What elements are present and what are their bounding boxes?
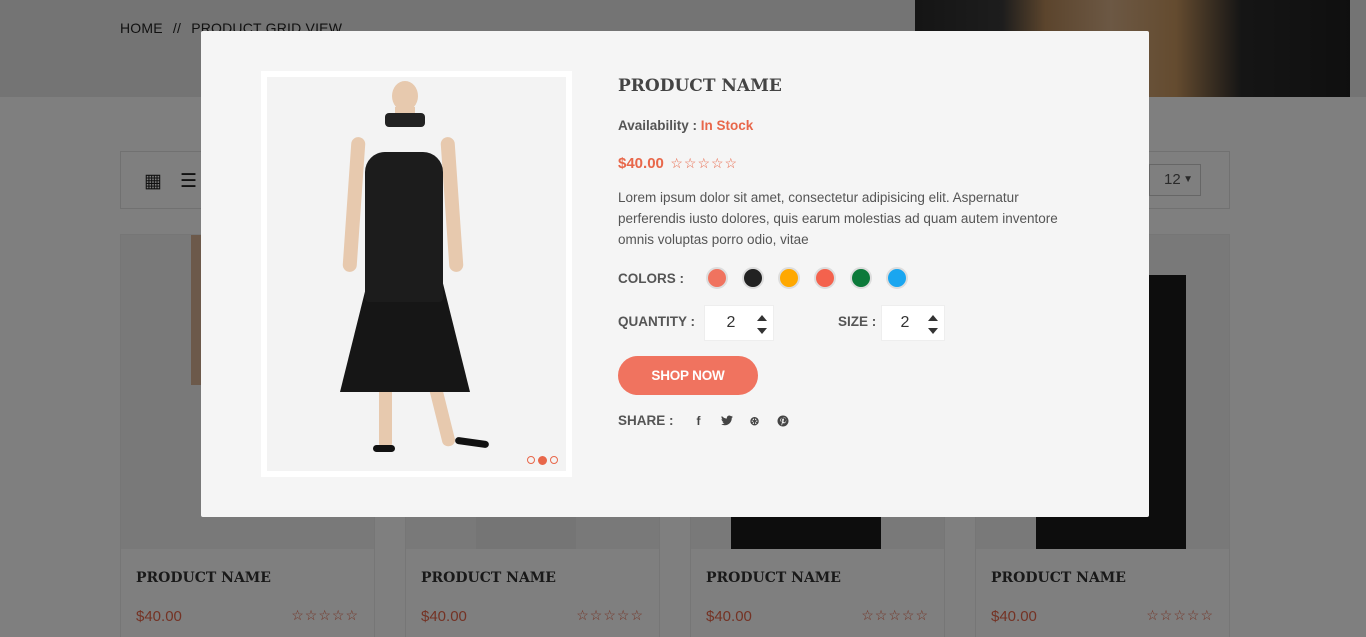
color-swatch[interactable] bbox=[886, 267, 908, 289]
share-row: SHARE : f ⊛ bbox=[618, 413, 790, 428]
quantity-label: QUANTITY : bbox=[618, 314, 695, 329]
dribbble-icon[interactable]: ⊛ bbox=[748, 414, 762, 428]
quantity-decrement-icon[interactable] bbox=[757, 328, 767, 334]
price-row: $40.00 ☆☆☆☆☆ bbox=[618, 155, 738, 173]
quick-view-modal: PRODUCT NAME Availability : In Stock $40… bbox=[201, 31, 1149, 517]
rating-stars: ☆☆☆☆☆ bbox=[670, 155, 739, 171]
availability: Availability : In Stock bbox=[618, 118, 753, 133]
quantity-increment-icon[interactable] bbox=[757, 315, 767, 321]
facebook-icon[interactable]: f bbox=[692, 414, 706, 428]
size-stepper[interactable]: 2 bbox=[881, 305, 945, 341]
product-title: PRODUCT NAME bbox=[618, 76, 782, 96]
color-swatches bbox=[706, 267, 908, 289]
product-description: Lorem ipsum dolor sit amet, consectetur … bbox=[618, 190, 1058, 247]
gallery-dot[interactable] bbox=[527, 456, 535, 464]
product-gallery bbox=[261, 71, 572, 477]
color-swatch[interactable] bbox=[778, 267, 800, 289]
quantity-size-row: QUANTITY : 2 SIZE : 2 bbox=[618, 305, 1098, 341]
color-swatch[interactable] bbox=[706, 267, 728, 289]
gallery-dots bbox=[527, 456, 558, 465]
product-price: $40.00 bbox=[618, 155, 664, 172]
shop-now-button[interactable]: SHOP NOW bbox=[618, 356, 758, 395]
availability-label: Availability : bbox=[618, 118, 698, 133]
colors-row: COLORS : bbox=[618, 267, 908, 289]
quantity-value[interactable]: 2 bbox=[705, 306, 757, 340]
color-swatch[interactable] bbox=[850, 267, 872, 289]
product-photo[interactable] bbox=[267, 77, 566, 471]
quantity-stepper[interactable]: 2 bbox=[704, 305, 774, 341]
share-icons: f ⊛ bbox=[692, 414, 790, 428]
size-value[interactable]: 2 bbox=[882, 306, 928, 340]
colors-label: COLORS : bbox=[618, 270, 684, 286]
availability-value: In Stock bbox=[700, 118, 754, 133]
twitter-icon[interactable] bbox=[720, 414, 734, 428]
size-increment-icon[interactable] bbox=[928, 315, 938, 321]
share-label: SHARE : bbox=[618, 413, 674, 428]
size-label: SIZE : bbox=[838, 314, 877, 329]
gallery-dot[interactable] bbox=[538, 456, 547, 465]
size-decrement-icon[interactable] bbox=[928, 328, 938, 334]
gallery-dot[interactable] bbox=[550, 456, 558, 464]
color-swatch[interactable] bbox=[814, 267, 836, 289]
color-swatch[interactable] bbox=[742, 267, 764, 289]
pinterest-icon[interactable] bbox=[776, 414, 790, 428]
